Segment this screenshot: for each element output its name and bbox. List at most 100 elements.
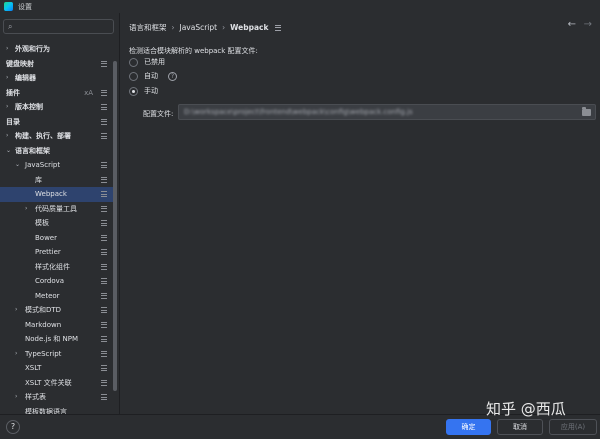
- settings-sidebar: ⌕ › 外观和行为 键盘映射 › 编辑器 插件 ⅹA › 版本控制 目录 › 构建、执行、部署 ⌄ 语言和…: [0, 13, 119, 424]
- chevron-right-icon[interactable]: ›: [6, 100, 8, 115]
- project-settings-icon: [101, 133, 107, 139]
- back-arrow-icon[interactable]: ←: [568, 19, 576, 30]
- project-settings-icon: [101, 365, 107, 371]
- chevron-right-icon[interactable]: ›: [15, 390, 17, 405]
- sidebar-item-label: 插件: [6, 88, 20, 97]
- sidebar-item[interactable]: › 构建、执行、部署: [0, 129, 117, 144]
- cancel-button[interactable]: 取消: [497, 419, 543, 435]
- project-settings-icon: [101, 89, 107, 96]
- folder-icon[interactable]: [582, 107, 591, 116]
- project-settings-icon: [101, 176, 107, 183]
- sidebar-item-label: 版本控制: [15, 103, 43, 111]
- sidebar-item-label: Bower: [35, 233, 57, 242]
- sidebar-item-label: Meteor: [35, 291, 60, 300]
- breadcrumb-parent[interactable]: 语言和框架: [129, 22, 167, 33]
- settings-tree: › 外观和行为 键盘映射 › 编辑器 插件 ⅹA › 版本控制 目录 › 构建、执行、部署 ⌄ 语言和框架…: [0, 42, 117, 419]
- page-menu-icon[interactable]: [275, 24, 282, 31]
- sidebar-item[interactable]: XSLT 文件关联: [0, 376, 117, 391]
- radio-auto[interactable]: [129, 71, 138, 81]
- project-settings-icon: [101, 321, 107, 328]
- sidebar-item-label: TypeScript: [25, 349, 62, 358]
- radio-manual-option[interactable]: 手动: [129, 86, 158, 96]
- project-settings-icon: [101, 336, 107, 342]
- sidebar-item-label: 语言和框架: [15, 146, 50, 155]
- help-question-icon[interactable]: ?: [168, 71, 177, 81]
- radio-auto-option[interactable]: 自动 ?: [129, 71, 177, 81]
- sidebar-item[interactable]: › 版本控制: [0, 100, 117, 115]
- chevron-down-icon[interactable]: ⌄: [6, 144, 11, 159]
- sidebar-item-label: 键盘映射: [6, 59, 34, 68]
- sidebar-item[interactable]: ⌄ JavaScript: [0, 158, 117, 173]
- settings-content: 语言和框架 › JavaScript › Webpack ← → 检测适合模块解…: [120, 13, 600, 424]
- breadcrumb-middle[interactable]: JavaScript: [180, 23, 218, 32]
- chevron-right-icon[interactable]: ›: [6, 129, 8, 144]
- sidebar-item[interactable]: › 样式表: [0, 390, 117, 405]
- sidebar-item-label: 样式表: [25, 393, 46, 401]
- project-settings-icon: [101, 104, 107, 110]
- sidebar-scrollbar[interactable]: [113, 61, 117, 391]
- sidebar-item[interactable]: Meteor: [0, 289, 117, 304]
- sidebar-item[interactable]: 目录: [0, 115, 117, 130]
- sidebar-item[interactable]: Prettier: [0, 245, 117, 260]
- help-button[interactable]: ?: [6, 420, 20, 434]
- sidebar-item-label: 模式和DTD: [25, 306, 62, 314]
- sidebar-item-label: XSLT 文件关联: [25, 378, 72, 387]
- sidebar-item[interactable]: › 模式和DTD: [0, 303, 117, 318]
- sidebar-item-label: Node.js 和 NPM: [25, 335, 79, 343]
- project-settings-icon: [101, 278, 107, 284]
- config-file-input[interactable]: D:\workspace\project\frontend\webpack\co…: [178, 104, 596, 120]
- sidebar-item[interactable]: › 编辑器: [0, 71, 117, 86]
- sidebar-item[interactable]: Markdown: [0, 318, 117, 333]
- sidebar-item[interactable]: Node.js 和 NPM: [0, 332, 117, 347]
- project-settings-icon: [101, 118, 107, 125]
- sidebar-item-label: Markdown: [25, 320, 62, 329]
- sidebar-item-label: 样式化组件: [35, 262, 70, 271]
- chevron-right-icon[interactable]: ›: [6, 42, 8, 57]
- translate-icon: ⅹA: [84, 88, 93, 97]
- sidebar-item[interactable]: Bower: [0, 231, 117, 246]
- sidebar-item-label: Cordova: [35, 277, 65, 285]
- sidebar-item-label: 编辑器: [15, 74, 36, 82]
- radio-manual[interactable]: [129, 86, 138, 96]
- sidebar-item[interactable]: 键盘映射: [0, 57, 117, 72]
- project-settings-icon: [101, 220, 107, 226]
- chevron-right-icon[interactable]: ›: [25, 202, 27, 217]
- sidebar-item-label: 库: [35, 175, 42, 184]
- sidebar-item-label: Webpack: [35, 190, 67, 198]
- chevron-down-icon[interactable]: ⌄: [15, 158, 20, 173]
- sidebar-item[interactable]: › 外观和行为: [0, 42, 117, 57]
- apply-button[interactable]: 应用(A): [549, 419, 597, 435]
- sidebar-item[interactable]: Cordova: [0, 274, 117, 289]
- forward-arrow-icon[interactable]: →: [584, 19, 592, 30]
- sidebar-item-label: Prettier: [35, 248, 61, 256]
- sidebar-item[interactable]: › 代码质量工具: [0, 202, 117, 217]
- sidebar-item-label: 模板: [35, 219, 49, 227]
- radio-disabled-option[interactable]: 已禁用: [129, 57, 165, 67]
- title-bar: 设置: [0, 0, 600, 13]
- chevron-right-icon[interactable]: ›: [15, 347, 17, 362]
- sidebar-item[interactable]: 库: [0, 173, 117, 188]
- breadcrumb-separator: ›: [222, 23, 226, 32]
- sidebar-item[interactable]: › TypeScript: [0, 347, 117, 362]
- ok-button[interactable]: 确定: [446, 419, 491, 435]
- config-file-path: D:\workspace\project\frontend\webpack\co…: [184, 108, 413, 116]
- breadcrumb: 语言和框架 › JavaScript › Webpack: [129, 22, 282, 33]
- sidebar-item[interactable]: ⌄ 语言和框架: [0, 144, 117, 159]
- project-settings-icon: [101, 394, 107, 400]
- project-settings-icon: [101, 350, 107, 357]
- sidebar-item[interactable]: XSLT: [0, 361, 117, 376]
- chevron-right-icon[interactable]: ›: [6, 71, 8, 86]
- chevron-right-icon[interactable]: ›: [15, 303, 17, 318]
- detect-config-label: 检测适合模块解析的 webpack 配置文件:: [129, 47, 258, 55]
- project-settings-icon: [101, 307, 107, 313]
- sidebar-item[interactable]: 样式化组件: [0, 260, 117, 275]
- settings-search-input[interactable]: ⌕: [3, 19, 114, 34]
- project-settings-icon: [101, 191, 107, 197]
- window-title: 设置: [18, 2, 32, 11]
- sidebar-item[interactable]: 插件 ⅹA: [0, 86, 117, 101]
- sidebar-item[interactable]: 模板: [0, 216, 117, 231]
- radio-disabled[interactable]: [129, 57, 138, 67]
- sidebar-item-label: XSLT: [25, 364, 42, 372]
- sidebar-item-label: 目录: [6, 117, 20, 126]
- sidebar-item[interactable]: Webpack: [0, 187, 117, 202]
